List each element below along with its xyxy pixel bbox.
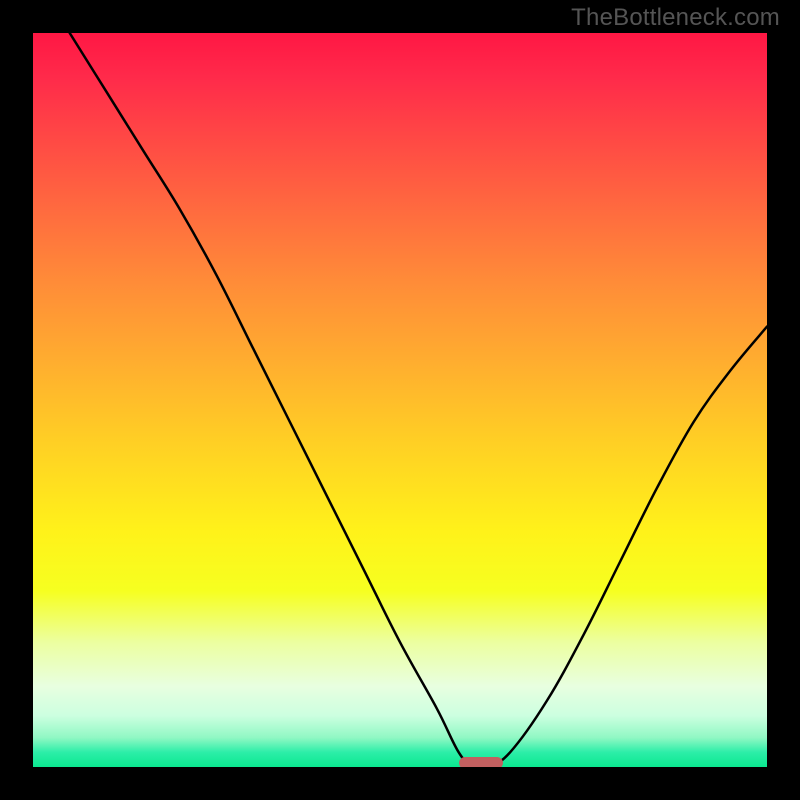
optimal-marker [459, 757, 503, 767]
bottleneck-curve [33, 33, 767, 767]
chart-frame: TheBottleneck.com [0, 0, 800, 800]
watermark-text: TheBottleneck.com [571, 4, 780, 32]
plot-area [33, 33, 767, 767]
curve-path [70, 33, 767, 767]
